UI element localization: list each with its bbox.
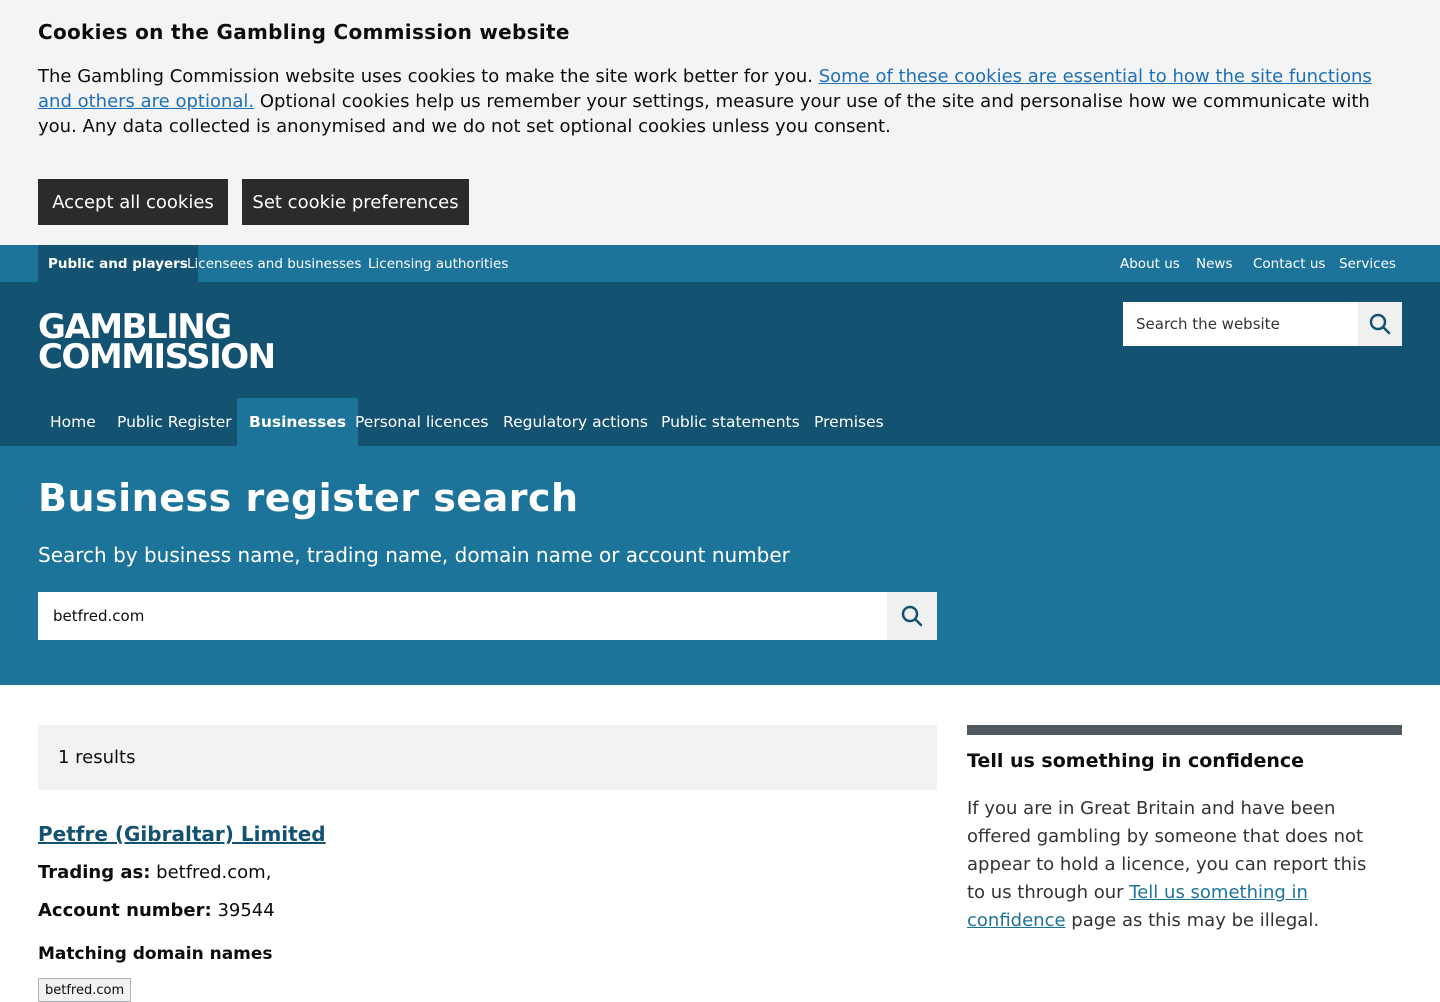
nav-public-statements[interactable]: Public statements: [649, 398, 812, 446]
accept-all-cookies-button[interactable]: Accept all cookies: [38, 179, 228, 225]
account-number-value: 39544: [217, 900, 275, 921]
set-cookie-preferences-button[interactable]: Set cookie preferences: [242, 179, 469, 225]
aside-text: If you are in Great Britain and have bee…: [967, 795, 1387, 935]
logo-line-2: COMMISSION: [38, 337, 276, 377]
cookie-text-intro: The Gambling Commission website uses coo…: [38, 66, 819, 87]
audience-tab-licensing-authorities[interactable]: Licensing authorities: [368, 245, 508, 282]
search-icon: [1369, 313, 1391, 335]
search-hero: Business register search Search by busin…: [0, 446, 1440, 685]
utility-link-services[interactable]: Services: [1339, 245, 1396, 282]
aside-title: Tell us something in confidence: [967, 750, 1305, 772]
register-search-button[interactable]: [887, 592, 937, 640]
site-search: [1123, 302, 1402, 346]
domain-tag: betfred.com: [38, 978, 132, 1002]
matching-domains-heading: Matching domain names: [38, 944, 273, 964]
results-count-bar: 1 results: [38, 725, 937, 790]
utility-link-about-us[interactable]: About us: [1120, 245, 1180, 282]
register-search: [38, 592, 937, 640]
site-search-button[interactable]: [1358, 302, 1402, 346]
results-count: 1 results: [58, 747, 136, 768]
gambling-commission-logo[interactable]: GAMBLING COMMISSION: [38, 310, 276, 377]
result-trading-as: Trading as: betfred.com,: [38, 862, 271, 883]
site-search-input[interactable]: [1123, 302, 1358, 346]
utility-link-news[interactable]: News: [1196, 245, 1232, 282]
cookie-banner-text: The Gambling Commission website uses coo…: [38, 64, 1408, 139]
register-search-input[interactable]: [38, 592, 887, 640]
trading-as-value: betfred.com,: [156, 862, 272, 883]
cookie-banner: Cookies on the Gambling Commission websi…: [0, 0, 1440, 245]
audience-nav: Public and players Licensees and busines…: [0, 245, 1440, 282]
audience-tab-public-and-players[interactable]: Public and players: [38, 245, 198, 282]
nav-home[interactable]: Home: [38, 398, 108, 446]
result-title-link[interactable]: Petfre (Gibraltar) Limited: [38, 822, 326, 846]
search-icon: [901, 605, 923, 627]
aside-text-after: page as this may be illegal.: [1065, 910, 1320, 931]
trading-as-label: Trading as:: [38, 862, 151, 883]
result-account-number: Account number: 39544: [38, 900, 275, 921]
cookie-banner-title: Cookies on the Gambling Commission websi…: [38, 20, 570, 44]
audience-tab-licensees-and-businesses[interactable]: Licensees and businesses: [187, 245, 361, 282]
nav-premises[interactable]: Premises: [802, 398, 896, 446]
aside-top-bar: [967, 725, 1402, 735]
nav-businesses[interactable]: Businesses: [237, 398, 359, 446]
page-subtitle: Search by business name, trading name, d…: [38, 543, 790, 567]
page-title: Business register search: [38, 476, 579, 520]
nav-regulatory-actions[interactable]: Regulatory actions: [491, 398, 660, 446]
nav-public-register[interactable]: Public Register: [105, 398, 244, 446]
nav-personal-licences[interactable]: Personal licences: [343, 398, 500, 446]
utility-link-contact-us[interactable]: Contact us: [1253, 245, 1325, 282]
account-number-label: Account number:: [38, 900, 212, 921]
site-header: GAMBLING COMMISSION Home Public Register…: [0, 282, 1440, 446]
